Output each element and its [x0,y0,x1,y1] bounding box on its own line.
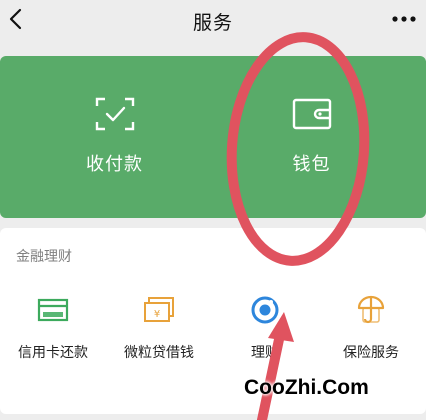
credit-card-repayment-button[interactable]: 信用卡还款 [0,294,106,374]
scan-check-icon [95,96,135,137]
insurance-umbrella-icon [354,294,388,331]
receive-pay-label: 收付款 [86,154,143,174]
receive-pay-button[interactable]: 收付款 [8,56,221,218]
insurance-services-label: 保险服务 [343,344,399,360]
credit-card-repayment-label: 信用卡还款 [18,344,88,360]
wallet-label: 钱包 [292,154,331,174]
wallet-button[interactable]: 钱包 [205,56,418,218]
svg-text:¥: ¥ [154,309,160,320]
insurance-services-button[interactable]: 保险服务 [318,294,424,374]
micro-loan-button[interactable]: ¥ 微粒贷借钱 [106,294,212,374]
page-title: 服务 [192,13,233,34]
cash-loan-icon: ¥ [142,294,176,331]
watermark-text: CooZhi.Com [244,376,369,399]
more-options-button[interactable] [390,8,418,30]
wealth-management-icon [248,294,282,331]
credit-card-icon [36,294,70,331]
wealth-management-button[interactable]: 理财 [212,294,318,374]
wallet-icon [292,96,332,137]
section-title: 金融理财 [16,248,72,264]
wealth-management-label: 理财 [251,344,279,360]
more-dots-icon [392,16,416,22]
micro-loan-label: 微粒贷借钱 [124,344,194,360]
top-navigation-bar: 服务 [0,0,426,44]
payment-wallet-card: 收付款 钱包 [0,56,426,218]
